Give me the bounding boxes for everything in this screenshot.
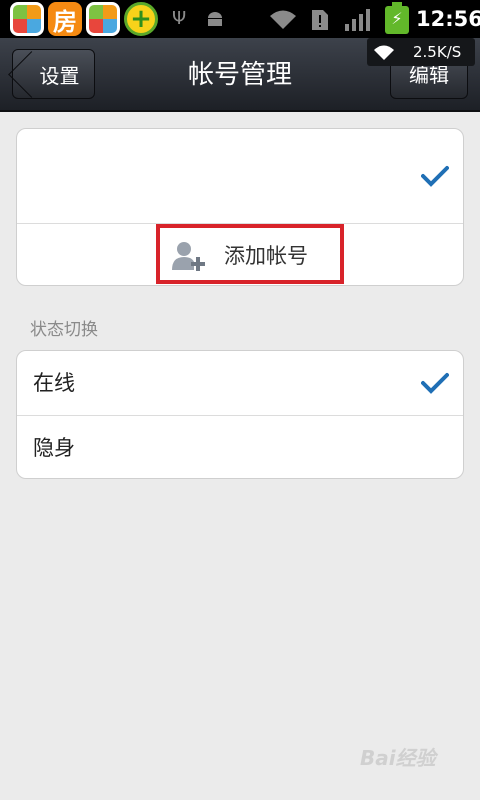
status-option-label: 隐身 xyxy=(33,436,75,460)
status-option-online[interactable]: 在线 xyxy=(17,351,463,415)
add-account-button[interactable]: 添加帐号 xyxy=(156,224,344,284)
network-speed-overlay: 2.5K/S xyxy=(367,38,475,66)
pinwheel-app-icon xyxy=(86,2,120,36)
page-title: 帐号管理 xyxy=(187,60,292,90)
battery-icon: ⚡ xyxy=(385,2,409,34)
plus-app-label: + xyxy=(130,4,152,34)
signal-icon xyxy=(344,8,372,38)
watermark: Bai经验 xyxy=(360,746,436,770)
wifi-icon xyxy=(268,8,298,36)
pinwheel-app-icon xyxy=(10,2,44,36)
add-user-icon xyxy=(170,240,208,272)
selected-check-icon xyxy=(421,165,449,187)
network-speed: 2.5K/S xyxy=(413,43,462,61)
back-button[interactable]: 设置 xyxy=(12,49,95,99)
status-section-heading: 状态切换 xyxy=(30,320,98,340)
status-option-label: 在线 xyxy=(33,371,75,395)
status-card: 在线 隐身 xyxy=(16,350,464,479)
plus-app-icon: + xyxy=(124,2,158,36)
selected-check-icon xyxy=(421,372,449,394)
android-debug-icon xyxy=(204,8,226,36)
usb-icon: Ψ xyxy=(172,8,187,29)
add-account-label: 添加帐号 xyxy=(224,244,308,268)
battery-charging-glyph: ⚡ xyxy=(391,9,403,28)
sim-alert-icon xyxy=(310,8,330,38)
wifi-mini-icon xyxy=(373,38,395,70)
current-account-row[interactable] xyxy=(17,129,463,223)
clock: 12:56 xyxy=(416,7,480,31)
account-card: 添加帐号 xyxy=(16,128,464,286)
fang-app-icon: 房 xyxy=(48,2,82,36)
status-bar: 房 + Ψ ⚡ 12:56 xyxy=(0,0,480,38)
status-option-invisible[interactable]: 隐身 xyxy=(17,416,463,480)
fang-app-label: 房 xyxy=(53,7,77,36)
